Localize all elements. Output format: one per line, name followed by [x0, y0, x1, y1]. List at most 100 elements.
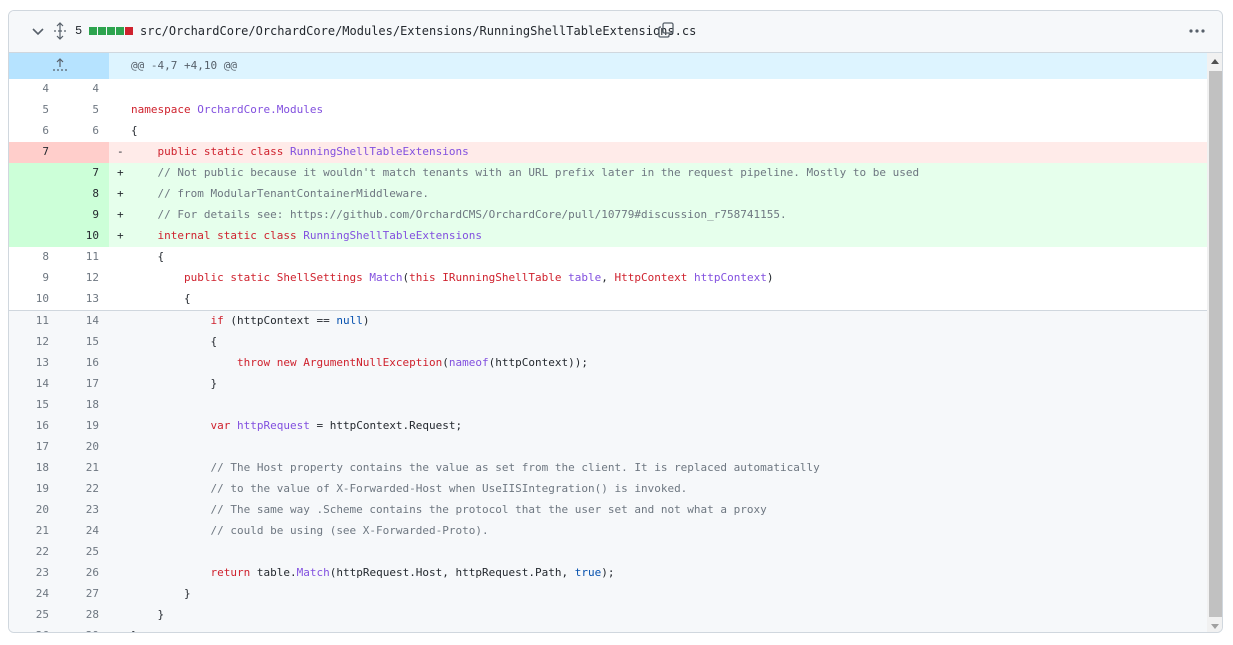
- code-token: Match: [369, 271, 403, 284]
- diff-line: 44: [9, 79, 1207, 100]
- code-token: (: [442, 356, 449, 369]
- code-token: (httpContext ==: [230, 314, 337, 327]
- new-line-number[interactable]: 12: [59, 268, 109, 289]
- old-line-number[interactable]: 23: [9, 563, 59, 584]
- new-line-number[interactable]: [59, 142, 109, 163]
- code-token: RunningShellTableExtensions: [289, 145, 469, 158]
- scroll-up-arrow[interactable]: [1211, 59, 1219, 64]
- new-line-number[interactable]: 20: [59, 437, 109, 458]
- code-text: }: [131, 605, 1207, 626]
- old-line-number[interactable]: 9: [9, 268, 59, 289]
- old-line-number[interactable]: 25: [9, 605, 59, 626]
- code-token: public static class: [157, 145, 290, 158]
- new-line-number[interactable]: 16: [59, 353, 109, 374]
- new-line-number[interactable]: 15: [59, 332, 109, 353]
- old-line-number[interactable]: 11: [9, 311, 59, 332]
- kebab-horizontal-icon[interactable]: [1187, 23, 1207, 39]
- code-token: ): [362, 314, 370, 327]
- new-line-number[interactable]: 5: [59, 100, 109, 121]
- new-line-number[interactable]: 13: [59, 289, 109, 310]
- new-line-number[interactable]: 14: [59, 311, 109, 332]
- old-line-number[interactable]: 22: [9, 542, 59, 563]
- new-line-number[interactable]: 7: [59, 163, 109, 184]
- new-line-number[interactable]: 21: [59, 458, 109, 479]
- diff-marker: [109, 437, 131, 458]
- copy-icon[interactable]: [658, 22, 674, 38]
- file-path[interactable]: src/OrchardCore/OrchardCore/Modules/Exte…: [140, 24, 696, 38]
- new-line-number[interactable]: 29: [59, 626, 109, 632]
- new-line-number[interactable]: 10: [59, 226, 109, 247]
- code-text: throw new ArgumentNullException(nameof(h…: [131, 353, 1207, 374]
- new-line-number[interactable]: 27: [59, 584, 109, 605]
- old-line-number[interactable]: 4: [9, 79, 59, 100]
- vertical-scrollbar[interactable]: [1207, 53, 1222, 632]
- old-line-number[interactable]: 13: [9, 353, 59, 374]
- old-line-number[interactable]: [9, 184, 59, 205]
- old-line-number[interactable]: 21: [9, 521, 59, 542]
- diff-marker: [109, 289, 131, 310]
- old-line-number[interactable]: 20: [9, 500, 59, 521]
- old-line-number[interactable]: 6: [9, 121, 59, 142]
- code-token: RunningShellTableExtensions: [303, 229, 483, 242]
- diff-line: 18 21 // The Host property contains the v…: [9, 458, 1207, 479]
- new-line-number[interactable]: 19: [59, 416, 109, 437]
- new-line-number[interactable]: 9: [59, 205, 109, 226]
- diff-marker: [109, 500, 131, 521]
- old-line-number[interactable]: 16: [9, 416, 59, 437]
- code-token: // from ModularTenantContainerMiddleware…: [157, 187, 430, 200]
- diff-marker: [109, 311, 131, 332]
- code-token: true: [574, 566, 602, 579]
- code-token: {: [131, 292, 191, 305]
- old-line-number[interactable]: 5: [9, 100, 59, 121]
- scroll-down-arrow[interactable]: [1211, 624, 1219, 629]
- unfold-icon[interactable]: [53, 22, 67, 40]
- old-line-number[interactable]: 19: [9, 479, 59, 500]
- old-line-number[interactable]: 18: [9, 458, 59, 479]
- new-line-number[interactable]: 6: [59, 121, 109, 142]
- new-line-number[interactable]: 11: [59, 247, 109, 268]
- code-text: internal static class RunningShellTableE…: [131, 226, 1207, 247]
- old-line-number[interactable]: 12: [9, 332, 59, 353]
- old-line-number[interactable]: 8: [9, 247, 59, 268]
- old-line-number[interactable]: 24: [9, 584, 59, 605]
- new-line-number[interactable]: 22: [59, 479, 109, 500]
- new-line-number[interactable]: 18: [59, 395, 109, 416]
- diffstat-block: [107, 27, 115, 35]
- new-line-number[interactable]: 8: [59, 184, 109, 205]
- old-line-number[interactable]: 14: [9, 374, 59, 395]
- new-line-number[interactable]: 4: [59, 79, 109, 100]
- chevron-down-icon[interactable]: [31, 24, 45, 38]
- old-line-number[interactable]: [9, 226, 59, 247]
- code-token: = httpContext.Request;: [309, 419, 463, 432]
- diff-line: 8 11 {: [9, 247, 1207, 268]
- new-line-number[interactable]: 17: [59, 374, 109, 395]
- old-line-number[interactable]: 15: [9, 395, 59, 416]
- code-token: }: [131, 629, 138, 632]
- diff-line: 7 + // Not public because it wouldn't mat…: [9, 163, 1207, 184]
- old-line-number[interactable]: 26: [9, 626, 59, 632]
- old-line-number[interactable]: 17: [9, 437, 59, 458]
- diff-line: 11 14 if (httpContext == null): [9, 310, 1207, 332]
- code-token: throw new: [236, 356, 304, 369]
- new-line-number[interactable]: 26: [59, 563, 109, 584]
- code-token: null: [336, 314, 363, 327]
- scrollbar-thumb[interactable]: [1209, 71, 1222, 617]
- code-text: return table.Match(httpRequest.Host, htt…: [131, 563, 1207, 584]
- new-line-number[interactable]: 24: [59, 521, 109, 542]
- code-token: ): [766, 271, 774, 284]
- old-line-number[interactable]: [9, 205, 59, 226]
- diff-marker: [109, 563, 131, 584]
- old-line-number[interactable]: 7: [9, 142, 59, 163]
- old-line-number[interactable]: [9, 163, 59, 184]
- new-line-number[interactable]: 23: [59, 500, 109, 521]
- expand-up-button[interactable]: [9, 53, 109, 79]
- new-line-number[interactable]: 28: [59, 605, 109, 626]
- new-line-number[interactable]: 25: [59, 542, 109, 563]
- old-line-number[interactable]: 10: [9, 289, 59, 310]
- code-token: ArgumentNullException: [303, 356, 443, 369]
